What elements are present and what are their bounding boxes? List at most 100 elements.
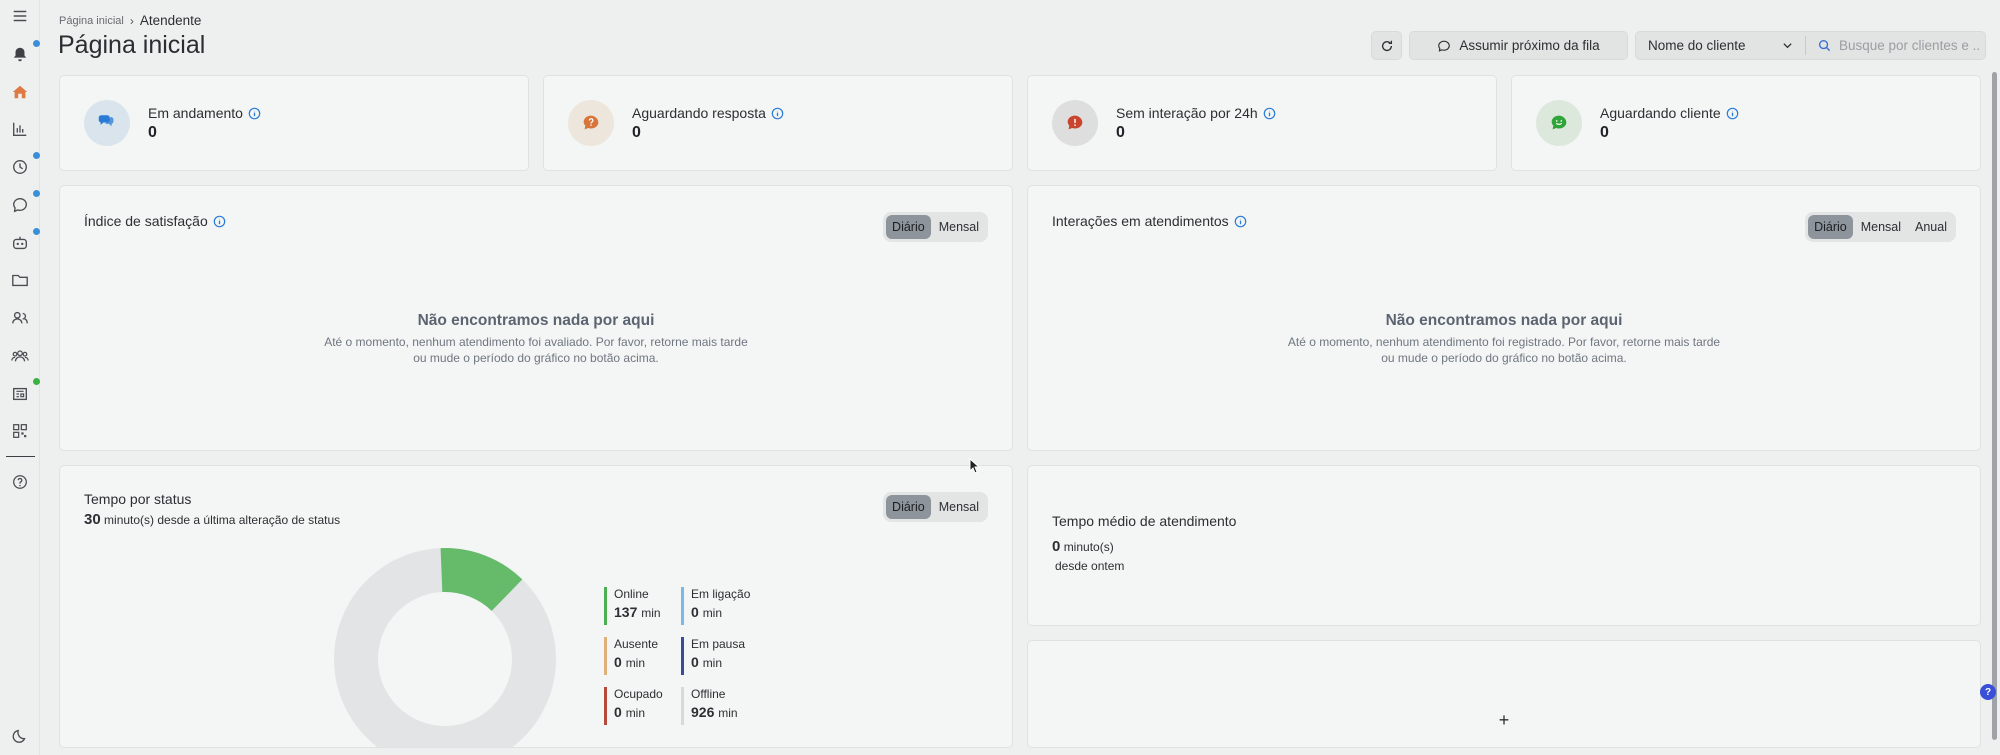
stat-value: 0 <box>1600 124 1609 141</box>
smile-bubble-icon <box>1536 100 1582 146</box>
search-filter-select[interactable]: Nome do cliente <box>1636 36 1806 55</box>
contacts-icon[interactable] <box>9 307 31 329</box>
legend-unit: min <box>702 656 723 670</box>
stat-label-text: Sem interação por 24h <box>1116 105 1258 121</box>
empty-state-text: Até o momento, nenhum atendimento foi re… <box>1028 334 1980 366</box>
stat-value: 0 <box>148 124 157 141</box>
toggle-daily[interactable]: Diário <box>886 215 931 239</box>
notification-dot <box>33 190 40 197</box>
apps-icon[interactable] <box>9 420 31 442</box>
clock-icon[interactable] <box>9 156 31 178</box>
add-icon[interactable]: + <box>1028 710 1980 731</box>
toggle-monthly[interactable]: Mensal <box>933 215 985 239</box>
refresh-icon <box>1381 40 1392 51</box>
chat-icon[interactable] <box>9 194 31 216</box>
robot-icon[interactable] <box>9 232 31 254</box>
legend-number: 137 <box>614 604 638 620</box>
home-icon[interactable] <box>9 81 31 103</box>
chart-icon[interactable] <box>9 118 31 140</box>
question-bubble-icon <box>568 100 614 146</box>
search-icon <box>1818 39 1831 52</box>
search-input[interactable] <box>1839 38 1979 53</box>
stat-label: Em andamento <box>148 105 261 121</box>
news-icon[interactable] <box>9 383 31 405</box>
stat-card-awaiting-response[interactable]: Aguardando resposta 0 <box>543 75 1013 171</box>
next-in-queue-label: Assumir próximo da fila <box>1459 38 1600 53</box>
legend-name: Online <box>614 587 649 601</box>
stat-card-in-progress[interactable]: Em andamento 0 <box>59 75 529 171</box>
toggle-daily[interactable]: Diário <box>886 495 931 519</box>
toggle-yearly[interactable]: Anual <box>1909 215 1953 239</box>
card-title-text: Interações em atendimentos <box>1052 213 1229 229</box>
page-title: Página inicial <box>58 31 206 59</box>
info-icon[interactable] <box>771 107 784 120</box>
avg-time-card: Tempo médio de atendimento 0 minuto(s) d… <box>1027 465 1981 626</box>
search-bar: Nome do cliente <box>1635 31 1986 60</box>
sidebar-divider <box>6 456 35 457</box>
status-donut-chart <box>334 548 556 747</box>
dark-mode-icon[interactable] <box>9 725 31 747</box>
period-toggle: Diário Mensal <box>883 492 988 522</box>
legend-online: Online 137 min <box>604 587 661 625</box>
status-time-card: Tempo por status 30 minuto(s) desde a úl… <box>59 465 1013 748</box>
add-widget-card[interactable]: + <box>1027 640 1981 748</box>
interactions-card: Interações em atendimentos Diário Mensal… <box>1027 185 1981 451</box>
info-icon[interactable] <box>1726 107 1739 120</box>
help-icon[interactable] <box>9 471 31 493</box>
empty-state-text-body: Até o momento, nenhum atendimento foi av… <box>324 335 748 365</box>
stat-card-awaiting-client[interactable]: Aguardando cliente 0 <box>1511 75 1981 171</box>
info-icon[interactable] <box>213 215 226 228</box>
legend-number: 926 <box>691 704 715 720</box>
stat-value: 0 <box>632 124 641 141</box>
stat-label: Sem interação por 24h <box>1116 105 1276 121</box>
legend-name: Offline <box>691 687 726 701</box>
floating-help-button[interactable]: ? <box>1980 684 1996 700</box>
empty-state-text-body: Até o momento, nenhum atendimento foi re… <box>1287 335 1721 365</box>
stat-label: Aguardando cliente <box>1600 105 1739 121</box>
alert-bubble-icon <box>1052 100 1098 146</box>
satisfaction-card: Índice de satisfação Diário Mensal Não e… <box>59 185 1013 451</box>
menu-icon[interactable] <box>9 5 31 27</box>
toggle-monthly[interactable]: Mensal <box>1855 215 1907 239</box>
legend-unit: min <box>641 606 661 620</box>
info-icon[interactable] <box>248 107 261 120</box>
info-icon[interactable] <box>1234 215 1247 228</box>
toggle-monthly[interactable]: Mensal <box>933 495 985 519</box>
folder-icon[interactable] <box>9 269 31 291</box>
status-time-subtitle-text: minuto(s) desde a última alteração de st… <box>104 513 341 527</box>
refresh-button[interactable] <box>1371 31 1402 60</box>
chevron-down-icon <box>1783 43 1792 49</box>
top-actions: Assumir próximo da fila Nome do cliente <box>1371 31 1986 60</box>
team-icon[interactable] <box>9 345 31 367</box>
chevron-right-icon: › <box>129 13 134 28</box>
legend-number: 0 <box>614 654 622 670</box>
legend-name: Ausente <box>614 637 659 651</box>
interactions-title: Interações em atendimentos <box>1052 213 1247 229</box>
info-icon[interactable] <box>1263 107 1276 120</box>
toggle-daily[interactable]: Diário <box>1808 215 1853 239</box>
legend-name: Ocupado <box>614 687 663 701</box>
legend-name: Em pausa <box>691 637 746 651</box>
avg-time-number: 0 <box>1052 538 1061 555</box>
legend-number: 0 <box>691 654 699 670</box>
next-in-queue-button[interactable]: Assumir próximo da fila <box>1409 31 1628 60</box>
sidebar <box>0 0 40 755</box>
scrollbar-thumb[interactable] <box>1992 72 1997 740</box>
legend-number: 0 <box>614 704 622 720</box>
legend-value: 0 min <box>614 704 663 720</box>
status-time-minutes: 30 <box>84 511 101 528</box>
legend-number: 0 <box>691 604 699 620</box>
stat-label: Aguardando resposta <box>632 105 784 121</box>
chat-icon <box>1438 40 1451 52</box>
stat-value: 0 <box>1116 124 1125 141</box>
satisfaction-title: Índice de satisfação <box>84 213 226 229</box>
legend-in-call: Em ligação 0 min <box>681 587 750 625</box>
legend-value: 0 min <box>691 654 745 670</box>
breadcrumb-home[interactable]: Página inicial <box>59 15 124 27</box>
period-toggle: Diário Mensal Anual <box>1805 212 1956 242</box>
avg-time-since: desde ontem <box>1055 559 1125 573</box>
stat-card-no-interaction[interactable]: Sem interação por 24h 0 <box>1027 75 1497 171</box>
notification-dot <box>33 40 40 47</box>
scrollbar[interactable] <box>1988 0 2000 745</box>
bell-icon[interactable] <box>9 43 31 65</box>
